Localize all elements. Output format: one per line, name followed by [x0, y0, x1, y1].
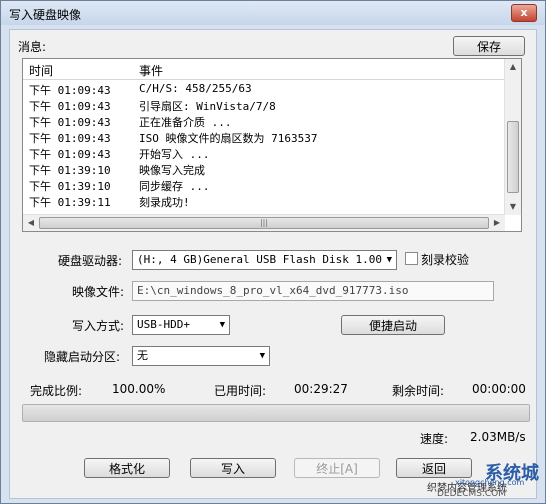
- log-event: 刻录成功!: [139, 196, 190, 209]
- log-event: 引导扇区: WinVista/7/8: [139, 100, 276, 113]
- log-event: 同步缓存 ...: [139, 180, 210, 193]
- dialog-body: 消息: 保存 时间 事件 下午 01:09:43 C/H/S: 458/255/6…: [9, 29, 537, 499]
- write-disk-image-dialog: 写入硬盘映像 x 消息: 保存 时间 事件 下午 01:09:43 C/H/S: …: [0, 0, 546, 504]
- log-time: 下午 01:09:43: [29, 116, 111, 129]
- complete-ratio-value: 100.00%: [112, 382, 166, 396]
- write-mode-select[interactable]: USB-HDD+ ▼: [132, 315, 230, 335]
- format-button[interactable]: 格式化: [84, 458, 170, 478]
- horizontal-scroll-thumb[interactable]: |||: [39, 217, 489, 229]
- log-row: 下午 01:09:43 开始写入 ...: [23, 145, 511, 161]
- close-button[interactable]: x: [511, 4, 537, 22]
- log-time: 下午 01:09:43: [29, 84, 111, 97]
- watermark-site: DEDECMS.COM: [437, 489, 506, 499]
- verify-label[interactable]: 刻录校验: [421, 251, 469, 268]
- remaining-time-label: 剩余时间:: [392, 384, 445, 398]
- scroll-down-icon[interactable]: ▼: [505, 199, 521, 215]
- scroll-right-icon[interactable]: ▶: [489, 215, 505, 231]
- write-button[interactable]: 写入: [190, 458, 276, 478]
- log-row: 下午 01:09:43 正在准备介质 ...: [23, 113, 511, 129]
- log-row: 下午 01:09:43 C/H/S: 458/255/63: [23, 81, 511, 97]
- speed-value: 2.03MB/s: [470, 430, 526, 444]
- hidden-partition-label: 隐藏启动分区:: [44, 350, 121, 364]
- log-time: 下午 01:39:10: [29, 164, 111, 177]
- write-mode-label: 写入方式:: [72, 319, 125, 333]
- hidden-partition-value: 无: [137, 349, 148, 362]
- image-file-field[interactable]: E:\cn_windows_8_pro_vl_x64_dvd_917773.is…: [132, 281, 494, 301]
- log-time: 下午 01:09:43: [29, 148, 111, 161]
- log-event: 正在准备介质 ...: [139, 116, 232, 129]
- complete-ratio-label: 完成比例:: [30, 384, 83, 398]
- progress-fill: [23, 405, 529, 421]
- messages-label: 消息:: [18, 40, 47, 54]
- horizontal-scrollbar[interactable]: ◀ ||| ▶: [23, 214, 505, 231]
- log-row: 下午 01:39:11 刻录成功!: [23, 193, 511, 209]
- chevron-down-icon[interactable]: ▼: [387, 251, 392, 269]
- log-event: 映像写入完成: [139, 164, 205, 177]
- write-mode-value: USB-HDD+: [137, 318, 190, 331]
- log-time: 下午 01:39:11: [29, 196, 111, 209]
- scroll-left-icon[interactable]: ◀: [23, 215, 39, 231]
- scroll-up-icon[interactable]: ▲: [505, 59, 521, 75]
- write-progress-bar: [22, 404, 530, 422]
- save-button[interactable]: 保存: [453, 36, 525, 56]
- drive-select[interactable]: (H:, 4 GB)General USB Flash Disk 1.00 ▼: [132, 250, 397, 270]
- window-title: 写入硬盘映像: [9, 8, 82, 22]
- vertical-scrollbar[interactable]: ▲ ▼: [504, 59, 521, 215]
- image-file-label: 映像文件:: [72, 285, 125, 299]
- log-time: 下午 01:09:43: [29, 132, 111, 145]
- column-header-event[interactable]: 事件: [139, 62, 163, 79]
- log-time: 下午 01:39:10: [29, 180, 111, 193]
- drive-select-value: (H:, 4 GB)General USB Flash Disk 1.00: [137, 253, 383, 266]
- title-bar: 写入硬盘映像 x: [1, 1, 545, 25]
- vertical-scroll-thumb[interactable]: [507, 121, 519, 193]
- quick-boot-button[interactable]: 便捷启动: [341, 315, 445, 335]
- hidden-partition-select[interactable]: 无 ▼: [132, 346, 270, 366]
- log-row: 下午 01:39:10 映像写入完成: [23, 161, 511, 177]
- log-row: 下午 01:09:43 ISO 映像文件的扇区数为 7163537: [23, 129, 511, 145]
- watermark-domain: xitongcheng.com: [455, 478, 525, 487]
- log-header: 时间 事件: [23, 59, 511, 80]
- column-header-time[interactable]: 时间: [29, 62, 53, 79]
- chevron-down-icon[interactable]: ▼: [220, 316, 225, 334]
- log-row: 下午 01:39:10 同步缓存 ...: [23, 177, 511, 193]
- log-event: 开始写入 ...: [139, 148, 210, 161]
- chevron-down-icon[interactable]: ▼: [260, 347, 265, 365]
- elapsed-time-value: 00:29:27: [294, 382, 348, 396]
- log-event: ISO 映像文件的扇区数为 7163537: [139, 132, 318, 145]
- close-icon[interactable]: x: [520, 6, 527, 19]
- stop-button[interactable]: 终止[A]: [294, 458, 380, 478]
- log-time: 下午 01:09:43: [29, 100, 111, 113]
- remaining-time-value: 00:00:00: [472, 382, 526, 396]
- drive-label: 硬盘驱动器:: [58, 254, 123, 268]
- elapsed-time-label: 已用时间:: [214, 384, 267, 398]
- log-row: 下午 01:09:43 引导扇区: WinVista/7/8: [23, 97, 511, 113]
- verify-checkbox[interactable]: [405, 252, 418, 265]
- site-watermark: 系统城 织梦内容管理系统 DEDECMS.COM xitongcheng.com: [393, 459, 543, 501]
- speed-label: 速度:: [420, 432, 449, 446]
- message-log: 时间 事件 下午 01:09:43 C/H/S: 458/255/63 下午 01…: [22, 58, 522, 232]
- log-event: C/H/S: 458/255/63: [139, 82, 252, 95]
